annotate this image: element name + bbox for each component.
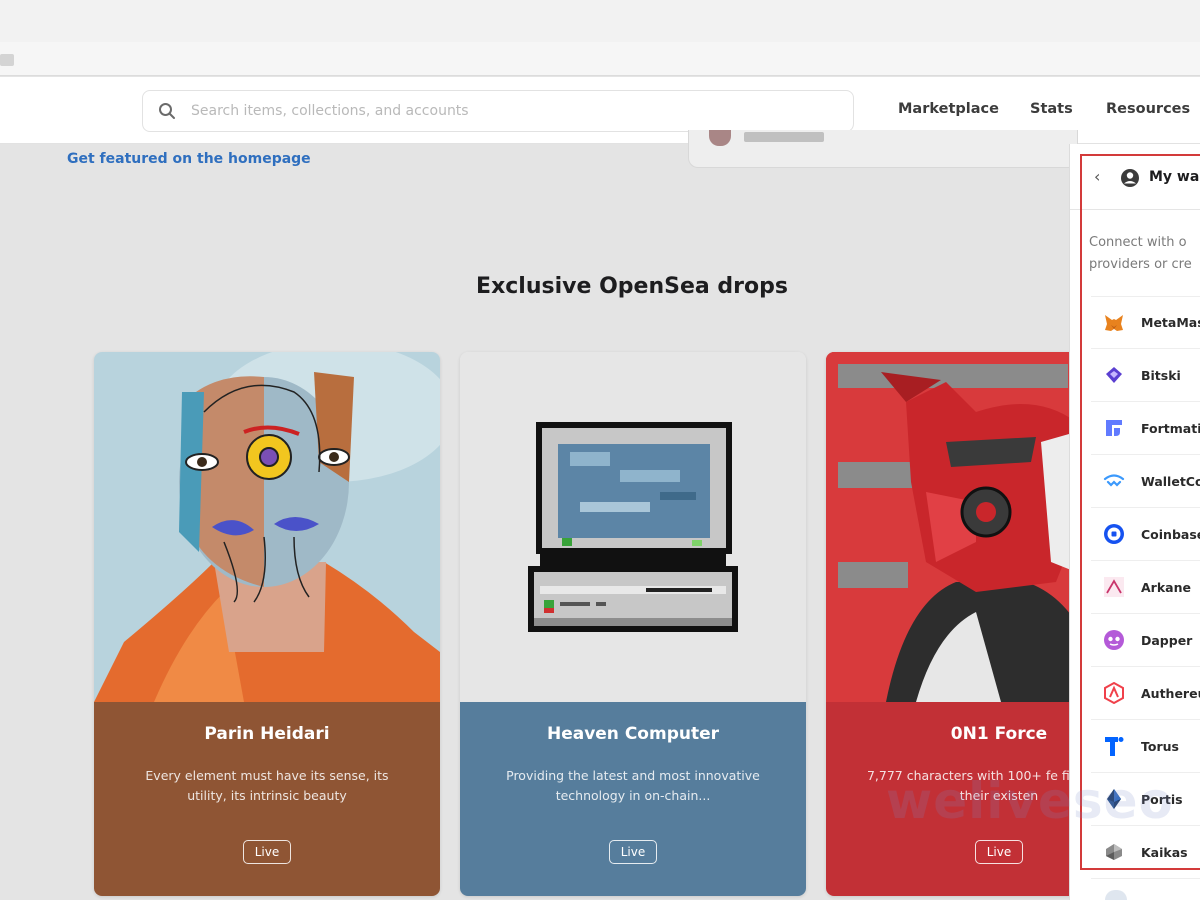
authereum-icon [1101,680,1127,706]
wallet-option-label: Torus [1141,738,1179,754]
featured-collection-card[interactable] [688,130,1078,168]
wallet-option-label: Dapper [1141,632,1193,648]
search-bar[interactable] [142,90,854,132]
fortmatic-icon [1101,415,1127,441]
drop-title: Heaven Computer [546,724,720,744]
drop-card-heaven-computer[interactable]: Heaven Computer Providing the latest and… [460,352,806,896]
wallet-option-label: Bitski [1141,367,1181,383]
wallet-description-line: Connect with o [1089,235,1187,250]
wallet-option-coinbase[interactable]: Coinbase [1091,508,1200,561]
get-featured-link[interactable]: Get featured on the homepage [67,151,311,167]
nav-resources[interactable]: Resources [1106,101,1190,117]
metamask-fox-icon [1101,310,1127,336]
browser-tab-bar [0,0,1200,42]
dapper-icon [1101,627,1127,653]
back-chevron-icon[interactable]: ‹ [1094,168,1100,186]
bitski-icon [1101,362,1127,388]
wallet-option-arkane[interactable]: Arkane [1091,561,1200,614]
user-circle-icon [1120,168,1140,192]
live-badge: Live [608,840,658,864]
wallet-option-walletconnect[interactable]: WalletCo [1091,455,1200,508]
drop-info: Parin Heidari Every element must have it… [94,702,440,896]
wallet-option-label: Fortmati [1141,420,1200,436]
nav-marketplace[interactable]: Marketplace [898,101,999,117]
section-title: Exclusive OpenSea drops [476,274,788,299]
wallet-option-torus[interactable]: Torus [1091,720,1200,773]
wallet-option-fortmatic[interactable]: Fortmati [1091,402,1200,455]
wallet-option-label: Coinbase [1141,526,1200,542]
wallet-option-bitski[interactable]: Bitski [1091,349,1200,402]
search-icon [143,102,191,120]
collection-label-stub [744,132,824,142]
live-badge: Live [974,840,1024,864]
wallet-option-label: Authereu [1141,685,1200,701]
wallet-description: Connect with o providers or cre [1089,232,1200,276]
wallet-option-authereum[interactable]: Authereu [1091,667,1200,720]
wallet-title: My wal [1149,169,1200,185]
browser-bar-stub [0,54,14,66]
wallet-option-kaikas[interactable]: Kaikas [1091,826,1200,879]
drop-info: Heaven Computer Providing the latest and… [460,702,806,896]
wallet-option-label: WalletCo [1141,473,1200,489]
drop-artwork-portrait [94,352,440,702]
drop-artwork-pixel-computer [460,352,806,702]
drop-description: Providing the latest and most innovative… [506,768,760,803]
drop-card-parin-heidari[interactable]: Parin Heidari Every element must have it… [94,352,440,896]
wallet-description-line: providers or cre [1089,257,1192,272]
search-input[interactable] [191,103,831,119]
wallet-option-label: Kaikas [1141,844,1188,860]
coinbase-icon [1101,521,1127,547]
wallet-option-dapper[interactable]: Dapper [1091,614,1200,667]
arkane-icon [1101,574,1127,600]
walletconnect-icon [1101,468,1127,494]
browser-address-bar [0,42,1200,76]
torus-icon [1101,733,1127,759]
watermark: weliveseo [886,772,1174,830]
wallet-option-label: Arkane [1141,579,1191,595]
wallet-header: ‹ My wal [1070,144,1200,210]
drop-title: Parin Heidari [204,724,330,744]
kaikas-icon [1101,839,1127,865]
wallet-option-label: MetaMas [1141,315,1200,330]
wallet-option-metamask[interactable]: MetaMas [1091,296,1200,349]
drop-description: Every element must have its sense, its u… [145,768,389,803]
live-badge: Live [242,840,292,864]
nav-stats[interactable]: Stats [1030,101,1073,117]
avatar [709,130,731,146]
